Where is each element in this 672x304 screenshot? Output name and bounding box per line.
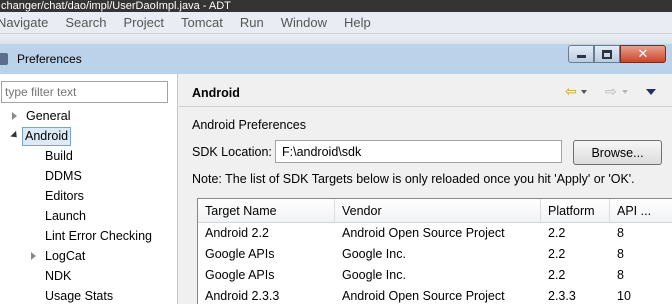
cell-vendor: Android Open Source Project — [342, 289, 505, 303]
table-header: Target Name Vendor Platform API ... — [198, 199, 672, 223]
cell-vendor: Android Open Source Project — [342, 226, 505, 240]
cell-api: 8 — [617, 226, 624, 240]
tree-item-lint-error-checking[interactable]: Lint Error Checking — [45, 226, 152, 246]
cell-platform: 2.2 — [548, 247, 566, 261]
dialog-title: Preferences — [17, 52, 82, 66]
minimize-icon — [576, 55, 586, 58]
cell-target-name: Google APIs — [205, 247, 275, 261]
cell-vendor: Google Inc. — [342, 268, 406, 282]
menu-window[interactable]: Window — [281, 15, 327, 30]
column-header-target-name[interactable]: Target Name — [198, 199, 335, 223]
menu-tomcat[interactable]: Tomcat — [181, 15, 223, 30]
cell-target-name: Google APIs — [205, 268, 275, 282]
column-header-api[interactable]: API ... — [610, 199, 672, 223]
tree-item-label: Usage Stats — [45, 289, 114, 303]
background-toolbar — [0, 34, 672, 44]
tree-item-label: LogCat — [45, 249, 86, 263]
background-menubar: Navigate Search Project Tomcat Run Windo… — [0, 12, 672, 34]
column-header-platform[interactable]: Platform — [541, 199, 610, 223]
tree-item-label: DDMS — [45, 169, 82, 183]
dialog-client: General Android Build DDMS Editors Launc… — [0, 74, 672, 304]
menu-help[interactable]: Help — [344, 15, 371, 30]
menu-run[interactable]: Run — [240, 15, 264, 30]
cell-platform: 2.2 — [548, 226, 566, 240]
table-row[interactable]: Android 2.2 Android Open Source Project … — [198, 223, 672, 244]
sdk-targets-table[interactable]: Target Name Vendor Platform API ... Andr… — [197, 198, 672, 304]
menu-project[interactable]: Project — [124, 15, 164, 30]
view-menu-icon[interactable] — [646, 89, 656, 95]
tree-item-ndk[interactable]: NDK — [45, 266, 71, 286]
close-button[interactable]: ✕ — [620, 45, 666, 63]
background-window-title: changer/chat/dao/impl/UserDaoImpl.java -… — [0, 0, 672, 12]
preferences-app-icon — [0, 53, 8, 65]
preference-page: Android ⇦ ⇨ Android Preferences SDK Loca… — [179, 74, 672, 304]
maximize-icon — [602, 49, 612, 59]
cell-api: 8 — [617, 247, 624, 261]
title-separator — [179, 106, 672, 107]
cell-platform: 2.3.3 — [548, 289, 576, 303]
browse-button[interactable]: Browse... — [573, 140, 662, 165]
cell-target-name: Android 2.2 — [205, 226, 269, 240]
tree-item-build[interactable]: Build — [45, 146, 73, 166]
tree-item-ddms[interactable]: DDMS — [45, 166, 82, 186]
back-dropdown-icon[interactable] — [580, 90, 587, 94]
preferences-dialog: Preferences ✕ General Android Build DDMS… — [0, 44, 672, 304]
tree-item-label: Editors — [45, 189, 84, 203]
forward-dropdown-icon[interactable] — [621, 90, 628, 94]
cell-api: 10 — [617, 289, 631, 303]
tree-item-editors[interactable]: Editors — [45, 186, 84, 206]
sdk-location-label: SDK Location: — [192, 145, 272, 159]
preference-tree-pane: General Android Build DDMS Editors Launc… — [0, 74, 178, 304]
view-menu[interactable] — [646, 84, 656, 100]
tree-item-label: Launch — [45, 209, 87, 223]
dialog-titlebar[interactable]: Preferences ✕ — [0, 44, 672, 74]
back-arrow-icon[interactable]: ⇦ — [565, 84, 577, 100]
menu-search[interactable]: Search — [65, 15, 106, 30]
page-title: Android — [192, 86, 240, 100]
tree-item-label: NDK — [45, 269, 72, 283]
table-row[interactable]: Google APIs Google Inc. 2.2 8 — [198, 265, 672, 286]
column-header-vendor[interactable]: Vendor — [335, 199, 541, 223]
table-row[interactable]: Android 2.3.3 Android Open Source Projec… — [198, 286, 672, 304]
back-nav[interactable]: ⇦ — [565, 84, 587, 100]
minimize-button[interactable] — [568, 45, 594, 63]
close-icon: ✕ — [637, 46, 649, 62]
page-heading: Android Preferences — [192, 118, 306, 132]
collapse-arrow-icon[interactable] — [10, 130, 20, 141]
forward-arrow-icon[interactable]: ⇨ — [605, 84, 617, 100]
cell-api: 8 — [617, 268, 624, 282]
menu-navigate[interactable]: Navigate — [0, 15, 48, 30]
cell-target-name: Android 2.3.3 — [205, 289, 280, 303]
sdk-location-input[interactable] — [275, 140, 562, 163]
cell-vendor: Google Inc. — [342, 247, 406, 261]
forward-nav[interactable]: ⇨ — [605, 84, 628, 100]
tree-item-launch[interactable]: Launch — [45, 206, 86, 226]
sdk-targets-note: Note: The list of SDK Targets below is o… — [192, 172, 635, 186]
tree-item-usage-stats[interactable]: Usage Stats — [45, 286, 113, 304]
maximize-button[interactable] — [594, 45, 620, 63]
tree-item-label: Build — [45, 149, 73, 163]
filter-input[interactable] — [1, 81, 168, 103]
tree-item-label: General — [26, 109, 71, 123]
cell-platform: 2.2 — [548, 268, 566, 282]
table-row[interactable]: Google APIs Google Inc. 2.2 8 — [198, 244, 672, 265]
expand-arrow-icon[interactable] — [31, 252, 36, 260]
expand-arrow-icon[interactable] — [12, 112, 17, 120]
tree-item-label: Lint Error Checking — [45, 229, 152, 243]
tree-item-label: Android — [22, 127, 72, 146]
